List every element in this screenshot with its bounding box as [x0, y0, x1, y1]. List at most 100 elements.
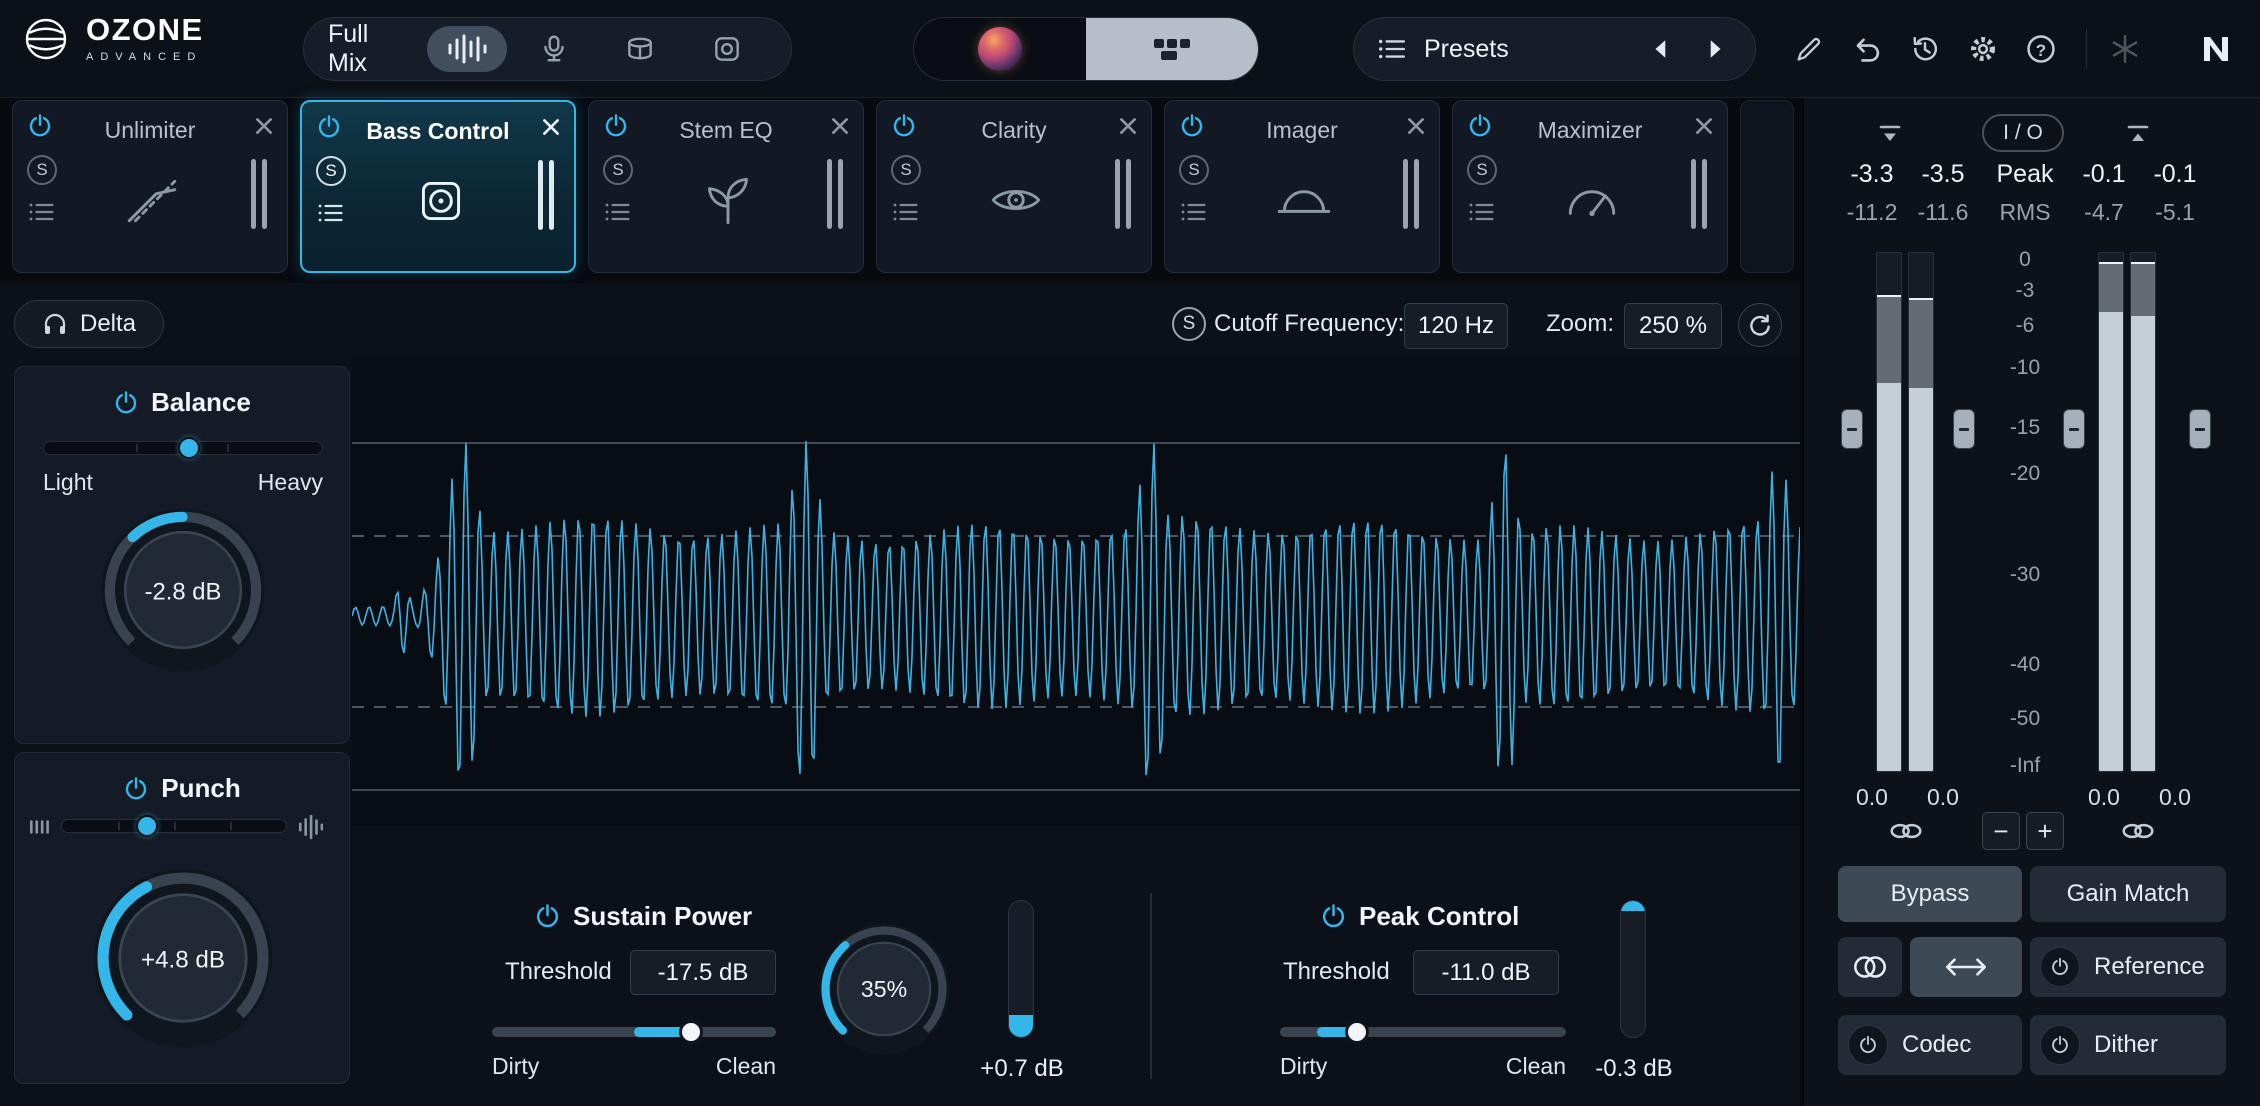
reference-power-button[interactable]: [2040, 947, 2080, 987]
power-icon[interactable]: [27, 113, 53, 139]
input-trim-right[interactable]: [1953, 409, 1975, 449]
stem-other-button[interactable]: [686, 26, 767, 72]
close-icon[interactable]: [253, 115, 275, 137]
power-icon[interactable]: [1467, 113, 1493, 139]
solo-button[interactable]: S: [1467, 155, 1497, 185]
gain-match-button[interactable]: Gain Match: [2030, 866, 2226, 922]
undo-button[interactable]: [1844, 26, 1890, 72]
connect-button[interactable]: [2102, 26, 2148, 72]
meter-scale-label: -20: [1990, 462, 2060, 486]
close-icon[interactable]: [1693, 115, 1715, 137]
input-trim-left[interactable]: [1841, 409, 1863, 449]
previous-preset-button[interactable]: [1645, 32, 1679, 66]
gain-value[interactable]: 0.0: [1905, 784, 1981, 811]
output-trim-left[interactable]: [2063, 409, 2085, 449]
peak-mix-handle[interactable]: [1345, 1020, 1369, 1044]
solo-button[interactable]: S: [316, 156, 346, 186]
close-icon[interactable]: [1117, 115, 1139, 137]
peak-control-power-icon[interactable]: [1320, 903, 1347, 930]
module-title: Clarity: [915, 117, 1113, 144]
sustain-mix-slider[interactable]: [492, 1027, 776, 1037]
chain-view-button[interactable]: [1086, 18, 1258, 80]
menu-icon[interactable]: [892, 201, 919, 223]
module-card-clarity[interactable]: Clarity S: [876, 100, 1152, 273]
balance-slider[interactable]: [43, 441, 323, 455]
dither-button[interactable]: Dither: [2030, 1015, 2226, 1075]
gain-decrease-button[interactable]: −: [1982, 812, 2020, 850]
module-card-maximizer[interactable]: Maximizer S: [1452, 100, 1728, 273]
stem-eq-icon: [697, 169, 759, 231]
zoom-value[interactable]: 250 %: [1624, 303, 1722, 349]
module-card-imager[interactable]: Imager S: [1164, 100, 1440, 273]
gain-value[interactable]: 0.0: [1834, 784, 1910, 811]
sustain-amount-knob[interactable]: 35%: [816, 921, 952, 1057]
stem-full-mix-button[interactable]: [427, 26, 508, 72]
stereo-mode-button[interactable]: [1838, 937, 1902, 997]
bypass-button[interactable]: Bypass: [1838, 866, 2022, 922]
stem-vocals-button[interactable]: [513, 26, 594, 72]
sustain-threshold-value[interactable]: -17.5 dB: [630, 950, 776, 995]
power-icon[interactable]: [1179, 113, 1205, 139]
solo-button[interactable]: S: [603, 155, 633, 185]
collapse-output-meters-icon[interactable]: [2123, 120, 2153, 148]
collapse-input-meters-icon[interactable]: [1875, 120, 1905, 148]
empty-module-slot[interactable]: [1740, 100, 1794, 273]
menu-icon[interactable]: [604, 201, 631, 223]
punch-knob-value: +4.8 dB: [141, 946, 225, 973]
punch-slider[interactable]: [61, 819, 287, 833]
close-icon[interactable]: [540, 116, 562, 138]
punch-knob[interactable]: +4.8 dB: [90, 865, 276, 1051]
gain-value[interactable]: 0.0: [2137, 784, 2213, 811]
solo-button[interactable]: S: [27, 155, 57, 185]
history-button[interactable]: [1902, 26, 1948, 72]
menu-icon[interactable]: [317, 202, 344, 224]
stem-drums-button[interactable]: [600, 26, 681, 72]
codec-button[interactable]: Codec: [1838, 1015, 2022, 1075]
gain-increase-button[interactable]: +: [2026, 812, 2064, 850]
presets-bar[interactable]: Presets: [1353, 17, 1756, 81]
peak-mix-slider[interactable]: [1280, 1027, 1566, 1037]
solo-button[interactable]: S: [1179, 155, 1209, 185]
dither-power-button[interactable]: [2040, 1025, 2080, 1065]
menu-icon[interactable]: [1468, 201, 1495, 223]
delta-button[interactable]: Delta: [14, 300, 164, 348]
power-icon[interactable]: [316, 114, 342, 140]
balance-knob[interactable]: -2.8 dB: [98, 505, 268, 675]
output-link-icon[interactable]: [2119, 820, 2157, 842]
edit-button[interactable]: [1786, 26, 1832, 72]
power-icon[interactable]: [603, 113, 629, 139]
cutoff-frequency-value[interactable]: 120 Hz: [1404, 303, 1508, 349]
solo-button[interactable]: S: [891, 155, 921, 185]
assistant-view-button[interactable]: [914, 18, 1086, 80]
gain-value[interactable]: 0.0: [2066, 784, 2142, 811]
rms-readout-row: -11.2-11.6RMS-4.7-5.1: [1804, 199, 2260, 227]
codec-power-button[interactable]: [1848, 1025, 1888, 1065]
help-button[interactable]: ?: [2018, 26, 2064, 72]
punch-slider-handle[interactable]: [136, 815, 158, 837]
peak-range-labels: Dirty Clean: [1280, 1053, 1566, 1080]
stem-selector[interactable]: Full Mix: [303, 17, 792, 81]
close-icon[interactable]: [1405, 115, 1427, 137]
balance-power-icon[interactable]: [113, 390, 139, 416]
sustain-power-icon[interactable]: [534, 903, 561, 930]
close-icon[interactable]: [829, 115, 851, 137]
sustain-mix-handle[interactable]: [679, 1020, 703, 1044]
menu-icon[interactable]: [28, 201, 55, 223]
output-trim-right[interactable]: [2189, 409, 2211, 449]
next-preset-button[interactable]: [1697, 32, 1731, 66]
module-card-stem-eq[interactable]: Stem EQ S: [588, 100, 864, 273]
settings-button[interactable]: [1960, 26, 2006, 72]
module-card-bass-control[interactable]: Bass Control S: [300, 100, 576, 273]
reference-button[interactable]: Reference: [2030, 937, 2226, 997]
cutoff-solo-button[interactable]: S: [1172, 307, 1206, 341]
menu-icon[interactable]: [1180, 201, 1207, 223]
reset-button[interactable]: [1738, 303, 1782, 347]
balance-slider-handle[interactable]: [178, 437, 200, 459]
punch-power-icon[interactable]: [123, 776, 149, 802]
swap-channels-button[interactable]: [1910, 937, 2022, 997]
module-card-unlimiter[interactable]: Unlimiter S: [12, 100, 288, 273]
input-link-icon[interactable]: [1887, 820, 1925, 842]
peak-threshold-value[interactable]: -11.0 dB: [1413, 950, 1559, 995]
io-button[interactable]: I / O: [1982, 114, 2064, 152]
power-icon[interactable]: [891, 113, 917, 139]
